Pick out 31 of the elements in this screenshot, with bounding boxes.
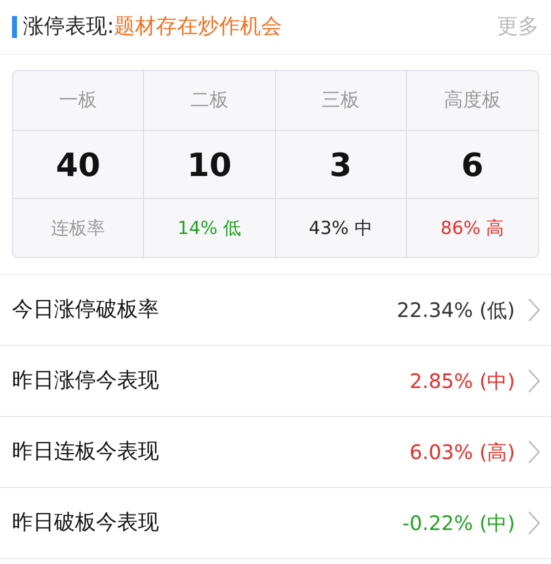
chevron-right-icon — [527, 368, 541, 394]
stat-row[interactable]: 今日涨停破板率 22.34% (低) — [0, 275, 551, 346]
stat-label: 今日涨停破板率 — [12, 296, 159, 324]
chevron-right-icon — [527, 297, 541, 323]
count-cell: 3 — [276, 131, 407, 199]
stat-value: -0.22% (中) — [402, 510, 515, 537]
count-cell: 40 — [13, 131, 144, 199]
count-cell: 6 — [406, 131, 538, 199]
accent-bar — [12, 16, 17, 38]
section-subtitle: 题材存在炒作机会 — [114, 13, 282, 40]
column-header: 三板 — [276, 71, 407, 131]
stat-row[interactable]: 昨日破板今表现 -0.22% (中) — [0, 488, 551, 559]
stat-label: 昨日破板今表现 — [12, 509, 159, 536]
rate-cell: 连板率 — [13, 199, 144, 257]
stat-row[interactable]: 昨日涨停今表现 2.85% (中) — [0, 346, 551, 417]
stat-value: 22.34% (低) — [396, 297, 515, 324]
stat-value: 2.85% (中) — [410, 368, 515, 395]
chevron-right-icon — [527, 439, 541, 465]
stat-label: 昨日涨停今表现 — [12, 367, 159, 394]
rate-cell: 43% 中 — [276, 199, 407, 257]
count-cell: 10 — [144, 131, 276, 199]
stat-row[interactable]: 昨日连板今表现 6.03% (高) — [0, 417, 551, 488]
rate-cell-text: 86% 高 — [440, 216, 506, 240]
chevron-right-icon — [527, 510, 541, 536]
stat-label: 昨日连板今表现 — [12, 438, 159, 466]
column-header: 高度板 — [406, 71, 538, 131]
column-header: 二板 — [144, 71, 276, 131]
section-title: 涨停表现: — [23, 13, 114, 40]
stat-value: 6.03% (高) — [410, 439, 515, 466]
rate-cell: 14% 低 — [144, 199, 276, 257]
column-header: 一板 — [13, 71, 144, 131]
